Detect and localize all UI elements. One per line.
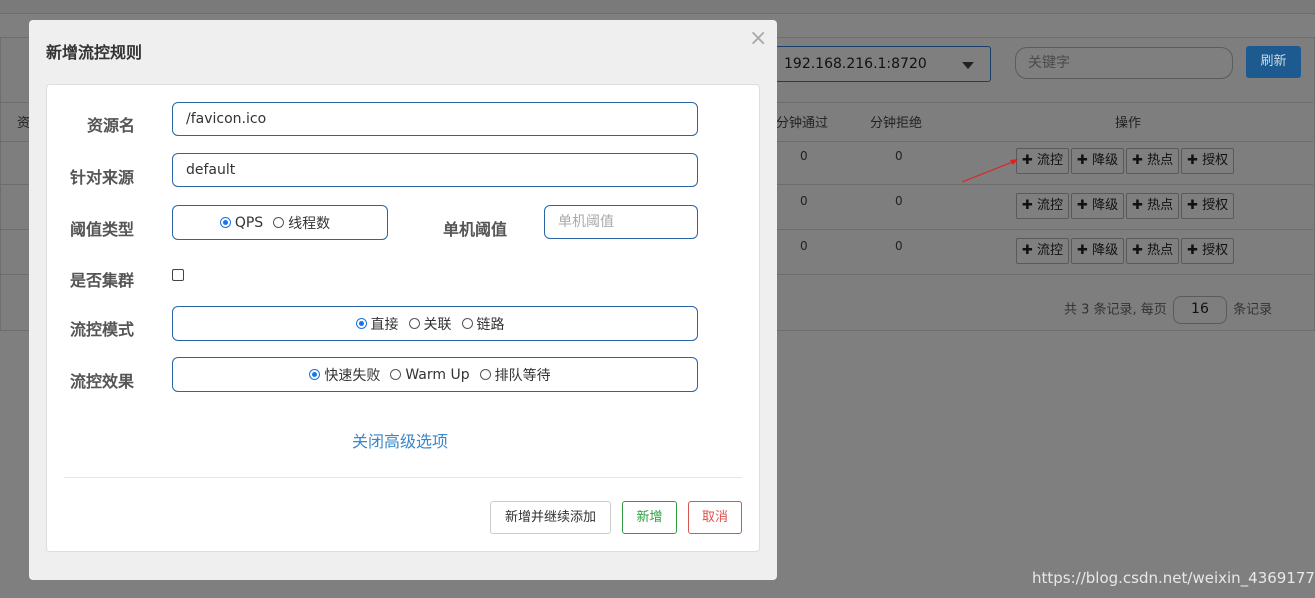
radio-direct[interactable]: 直接 [355,314,399,334]
radio-unchecked-icon [390,369,402,380]
radio-qps[interactable]: QPS [219,215,263,231]
footer-divider [64,477,742,478]
single-threshold-label: 单机阈值 [443,220,508,239]
chevron-down-icon [962,62,974,69]
pass-qps-cell: 0 [800,149,808,163]
radio-unchecked-icon [479,369,491,380]
auth-button[interactable]: ✚ 授权 [1181,148,1235,174]
machine-select[interactable]: 192.168.216.1:8720 [775,46,991,82]
radio-thread-count[interactable]: 线程数 [273,213,330,233]
reject-qps-cell: 0 [895,239,903,253]
row-actions: ✚ 流控 ✚ 降级 ✚ 热点 ✚ 授权 [1016,148,1236,174]
degrade-button[interactable]: ✚ 降级 [1071,193,1125,219]
radio-chain[interactable]: 链路 [461,314,505,334]
threshold-type-group: QPS 线程数 [172,205,388,240]
flow-effect-group: 快速失败 Warm Up 排队等待 [172,357,698,392]
reject-qps-cell: 0 [895,149,903,163]
radio-fast-fail[interactable]: 快速失败 [309,365,380,385]
hotspot-button[interactable]: ✚ 热点 [1126,238,1180,264]
resource-label: 资源名 [87,116,136,135]
add-and-continue-button[interactable]: 新增并继续添加 [490,501,611,534]
column-header-ops: 操作 [1115,116,1142,131]
radio-unchecked-icon [461,318,473,329]
radio-relate[interactable]: 关联 [408,314,452,334]
dialog-title: 新增流控规则 [46,43,143,62]
row-actions: ✚ 流控 ✚ 降级 ✚ 热点 ✚ 授权 [1016,193,1236,219]
cancel-button[interactable]: 取消 [688,501,742,534]
annotation-arrow-icon [961,159,1018,183]
reject-qps-cell: 0 [895,194,903,208]
degrade-button[interactable]: ✚ 降级 [1071,148,1125,174]
threshold-type-label: 阈值类型 [70,220,135,239]
machine-select-value: 192.168.216.1:8720 [784,56,927,72]
refresh-button[interactable]: 刷新 [1246,46,1301,78]
resource-input[interactable]: /favicon.ico [172,102,698,136]
flow-button[interactable]: ✚ 流控 [1016,238,1070,264]
add-button[interactable]: 新增 [622,501,677,534]
flow-effect-label: 流控效果 [70,372,135,391]
hotspot-button[interactable]: ✚ 热点 [1126,193,1180,219]
flow-button[interactable]: ✚ 流控 [1016,193,1070,219]
pagination-info: 共 3 条记录, 每页 16 条记录 [1064,296,1272,324]
flow-mode-group: 直接 关联 链路 [172,306,698,341]
watermark: https://blog.csdn.net/weixin_43691773 [1032,569,1315,587]
pass-qps-cell: 0 [800,239,808,253]
top-bar [0,0,1315,14]
pass-qps-cell: 0 [800,194,808,208]
radio-queue[interactable]: 排队等待 [479,365,551,385]
close-advanced-options-link[interactable]: 关闭高级选项 [352,428,448,452]
cluster-checkbox[interactable] [172,269,184,281]
page-size-input[interactable]: 16 [1172,296,1227,324]
auth-button[interactable]: ✚ 授权 [1181,193,1235,219]
degrade-button[interactable]: ✚ 降级 [1071,238,1125,264]
column-header-reject: 分钟拒绝 [870,116,923,131]
add-flow-rule-dialog: 新增流控规则 × 资源名 /favicon.ico 针对来源 default 阈… [29,20,777,580]
dialog-body: 资源名 /favicon.ico 针对来源 default 阈值类型 QPS 线… [46,84,760,552]
origin-label: 针对来源 [70,168,135,187]
radio-warm-up[interactable]: Warm Up [390,367,470,383]
pager-suffix: 条记录 [1233,302,1273,318]
radio-unchecked-icon [408,318,420,329]
flow-mode-label: 流控模式 [70,320,135,339]
single-threshold-input[interactable]: 单机阈值 [544,205,698,239]
radio-checked-icon [355,318,367,329]
keyword-search-input[interactable]: 关键字 [1015,47,1233,79]
hotspot-button[interactable]: ✚ 热点 [1126,148,1180,174]
flow-button[interactable]: ✚ 流控 [1016,148,1070,174]
close-icon[interactable]: × [749,26,767,51]
cluster-label: 是否集群 [70,271,135,290]
column-header-pass: 分钟通过 [776,116,829,131]
auth-button[interactable]: ✚ 授权 [1181,238,1235,264]
radio-unchecked-icon [273,217,285,228]
pager-prefix: 共 3 条记录, 每页 [1064,302,1167,318]
origin-input[interactable]: default [172,153,698,187]
radio-checked-icon [309,369,321,380]
radio-checked-icon [219,217,231,228]
row-actions: ✚ 流控 ✚ 降级 ✚ 热点 ✚ 授权 [1016,238,1236,264]
